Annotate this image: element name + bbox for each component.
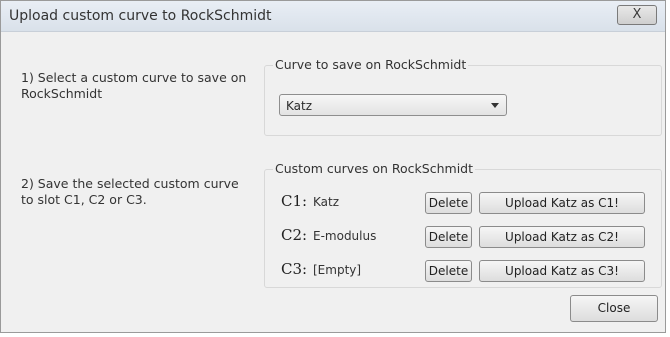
title-bar: Upload custom curve to RockSchmidt X: [1, 1, 665, 32]
curve-to-save-group: Curve to save on RockSchmidt Katz: [264, 57, 662, 136]
selected-curve-value: Katz: [286, 99, 313, 113]
slot-label-c3: C3:: [281, 260, 308, 278]
slot-label-c1: C1:: [281, 192, 308, 210]
delete-c3-button[interactable]: Delete: [425, 260, 472, 282]
upload-c3-button[interactable]: Upload Katz as C3!: [479, 260, 645, 282]
step-2-instruction: 2) Save the selected custom curve to slo…: [21, 176, 239, 207]
close-button[interactable]: Close: [570, 295, 658, 322]
step-1-instruction: 1) Select a custom curve to save on Rock…: [21, 70, 247, 101]
window-title: Upload custom curve to RockSchmidt: [9, 8, 272, 24]
slot-label-c2: C2:: [281, 226, 308, 244]
slot-curve-c1: Katz: [313, 195, 340, 209]
close-icon[interactable]: X: [617, 5, 657, 25]
delete-c1-button[interactable]: Delete: [425, 192, 472, 214]
curve-to-save-title: Curve to save on RockSchmidt: [273, 57, 469, 72]
upload-c1-button[interactable]: Upload Katz as C1!: [479, 192, 645, 214]
upload-c2-button[interactable]: Upload Katz as C2!: [479, 226, 645, 248]
custom-curves-title: Custom curves on RockSchmidt: [273, 161, 476, 176]
custom-curves-group: Custom curves on RockSchmidt C1: Katz De…: [264, 161, 662, 288]
curve-select-dropdown[interactable]: Katz: [279, 94, 507, 116]
upload-curve-dialog: Upload custom curve to RockSchmidt X 1) …: [0, 0, 666, 333]
slot-curve-c2: E-modulus: [313, 229, 377, 243]
dropdown-arrow-icon: [491, 103, 499, 108]
delete-c2-button[interactable]: Delete: [425, 226, 472, 248]
slot-curve-c3: [Empty]: [313, 263, 362, 277]
